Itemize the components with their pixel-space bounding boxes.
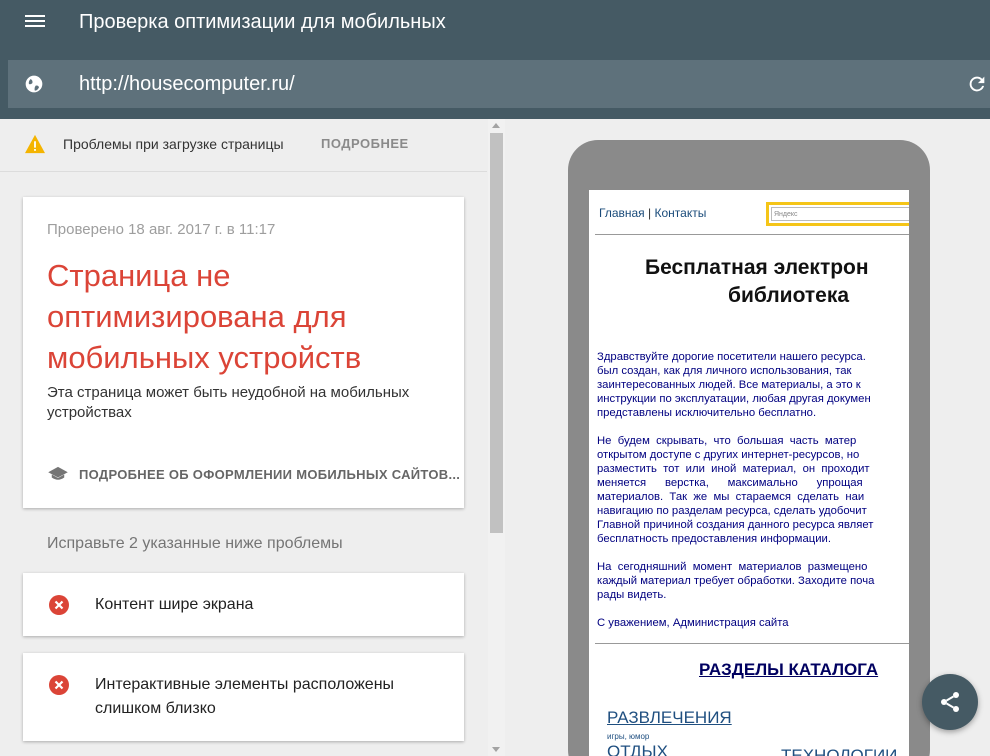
globe-icon [25,75,43,93]
results-pane: Проблемы при загрузке страницы ПОДРОБНЕЕ… [0,119,487,756]
site-signature: С уважением, Администрация сайта [597,617,789,629]
share-icon [941,692,959,712]
catalog-link-rest: ОТДЫХ [607,742,668,756]
school-icon [48,466,68,480]
error-icon [49,675,69,695]
preview-pane: Главная | Контакты Яндекс Бесплатная эле… [505,119,990,756]
site-nav-home: Главная [599,206,645,220]
verdict-heading: Страница не оптимизирована для мобильных… [47,258,362,375]
site-title: Бесплатная электрон библиотека [645,254,909,310]
learn-more-link[interactable]: ПОДРОБНЕЕ ОБ ОФОРМЛЕНИИ МОБИЛЬНЫХ САЙТОВ… [47,459,460,489]
scroll-down-arrow-icon[interactable] [492,747,500,752]
warning-details-link[interactable]: ПОДРОБНЕЕ [321,136,409,151]
issue-item[interactable]: Контент шире экрана [23,573,464,636]
url-bar [8,60,990,108]
site-paragraph: Здравствуйте дорогие посетители нашего р… [597,351,871,419]
learn-more-text: ПОДРОБНЕЕ ОБ ОФОРМЛЕНИИ МОБИЛЬНЫХ САЙТОВ… [79,466,461,482]
catalog-link-tech: ТЕХНОЛОГИИ [781,746,898,756]
scroll-up-arrow-icon[interactable] [492,123,500,128]
catalog-link-entertainment-sub: игры, юмор [607,732,650,741]
result-card: Проверено 18 авг. 2017 г. в 11:17 Страни… [23,197,464,508]
catalog-link-entertainment: РАЗВЛЕЧЕНИЯ [607,708,732,727]
site-title-line1: Бесплатная электрон [645,256,869,279]
divider [595,643,909,644]
issue-label: Интерактивные элементы расположены слишк… [95,676,395,717]
issue-label: Контент шире экрана [95,596,254,613]
checked-timestamp: Проверено 18 авг. 2017 г. в 11:17 [47,221,276,238]
menu-icon[interactable] [24,12,46,30]
scroll-thumb[interactable] [490,133,503,533]
site-search-box: Яндекс [766,202,909,226]
issue-item[interactable]: Интерактивные элементы расположены слишк… [23,653,464,741]
page-preview-screen[interactable]: Главная | Контакты Яндекс Бесплатная эле… [589,190,909,756]
issues-title: Исправьте 2 указанные ниже проблемы [47,535,343,552]
site-search-brand: Яндекс [771,207,909,221]
site-title-line2: библиотека [728,284,850,307]
left-pane-scrollbar[interactable] [488,119,505,756]
share-button[interactable] [922,674,978,730]
top-app-bar: Проверка оптимизации для мобильных [0,0,990,119]
site-nav-contacts: Контакты [654,206,707,220]
error-icon [49,595,69,615]
reload-icon[interactable] [966,73,988,95]
verdict-subtitle: Эта страница может быть неудобной на моб… [47,384,410,421]
catalog-heading: РАЗДЕЛЫ КАТАЛОГА [699,660,879,679]
divider [595,234,909,235]
site-nav: Главная | Контакты [599,206,706,220]
phone-frame: Главная | Контакты Яндекс Бесплатная эле… [568,140,930,756]
warning-text: Проблемы при загрузке страницы [63,136,284,152]
site-paragraph: На сегодняшний момент материалов размеще… [597,561,875,601]
app-title: Проверка оптимизации для мобильных [79,11,446,33]
warning-icon [25,134,45,154]
loading-issues-bar: Проблемы при загрузке страницы ПОДРОБНЕЕ [0,119,487,172]
site-paragraph: Не будем скрывать, что большая часть мат… [597,435,874,545]
url-input[interactable] [79,70,939,98]
site-nav-separator: | [648,206,652,220]
